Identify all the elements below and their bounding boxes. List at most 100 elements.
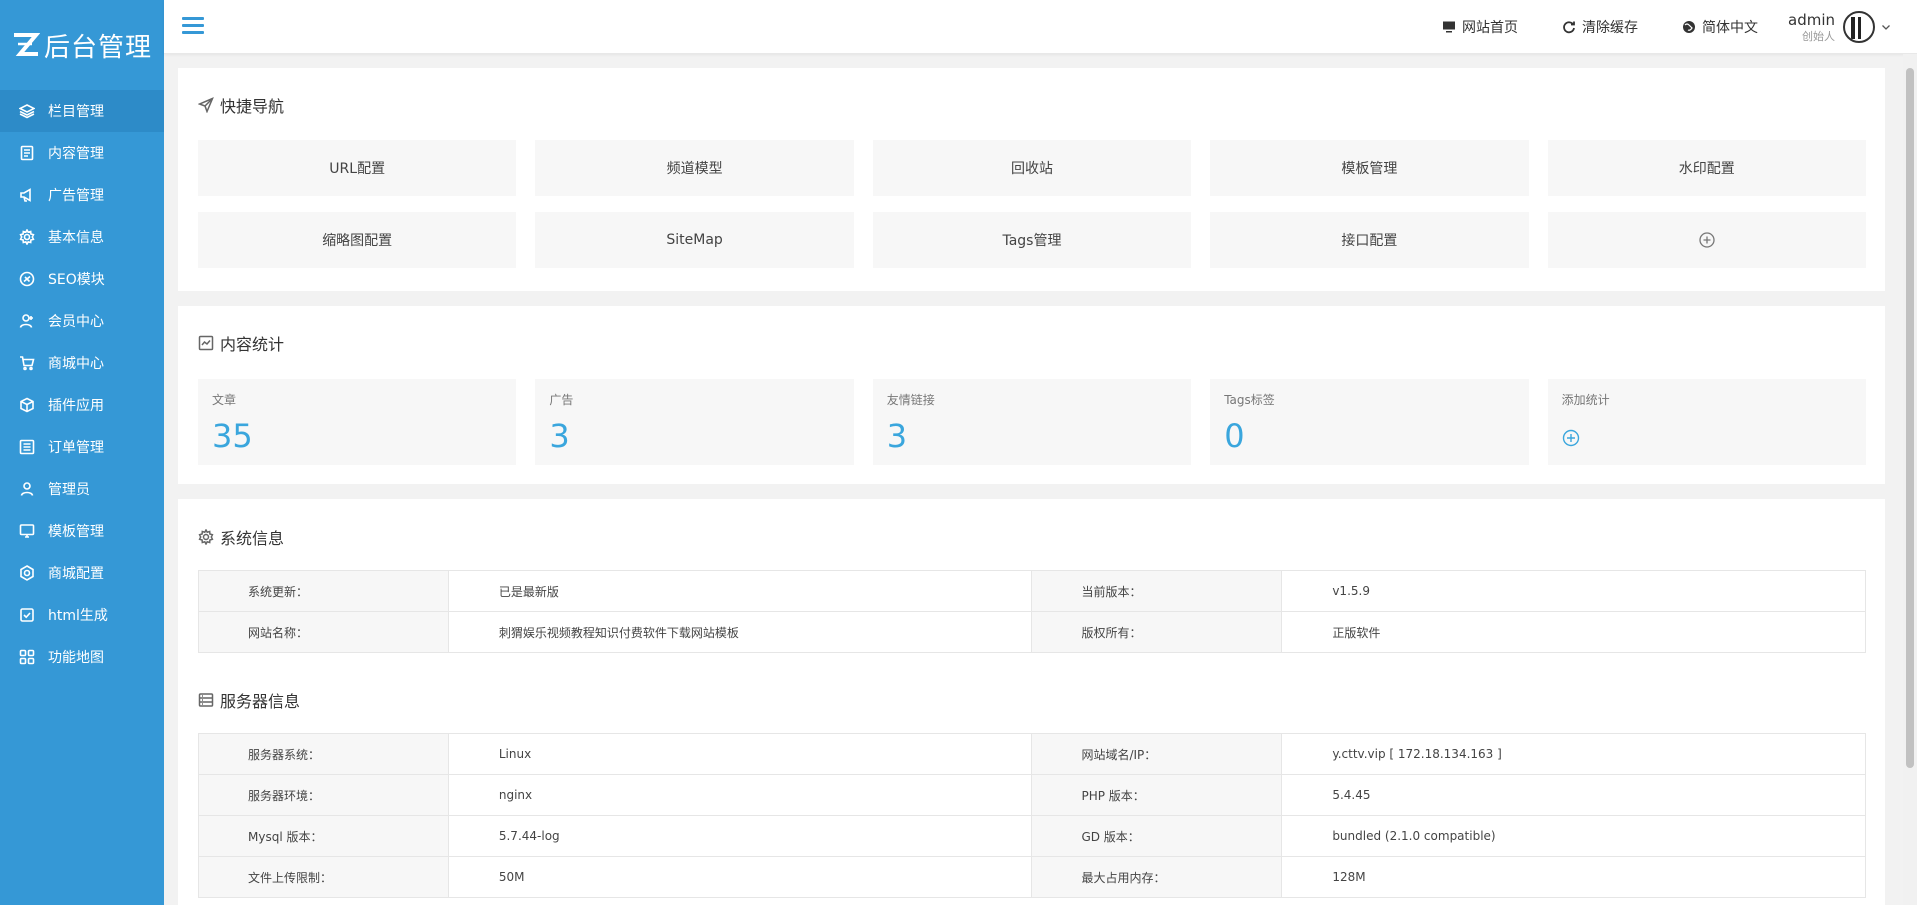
sidebar-item-template-management[interactable]: 模板管理 [0,510,164,552]
table-value: 5.7.44-log [447,815,1033,857]
table-row: 服务器系统： Linux 网站域名/IP： y.cttv.vip [ 172.1… [198,733,1866,775]
table-row: Mysql 版本： 5.7.44-log GD 版本： bundled (2.1… [198,815,1866,857]
quick-nav-row-2: 缩略图配置 SiteMap Tags管理 接口配置 [198,212,1866,268]
table-row: 服务器环境： nginx PHP 版本： 5.4.45 [198,774,1866,816]
avatar[interactable] [1843,11,1875,43]
table-value: v1.5.9 [1281,570,1866,612]
sidebar-item-label: 管理员 [48,482,90,498]
sidebar-item-function-map[interactable]: 功能地图 [0,636,164,678]
stat-label: 友情链接 [886,393,935,407]
gear-icon [18,228,36,246]
quick-nav-panel: 快捷导航 URL配置 频道模型 回收站 模板管理 水印配置 缩略图配置 Site… [178,68,1885,291]
nav-add-shortcut-button[interactable] [1547,212,1866,268]
quick-nav-row-1: URL配置 频道模型 回收站 模板管理 水印配置 [198,140,1866,196]
list-icon [18,438,36,456]
header-actions: 网站首页 清除缓存 简体中文 admin 创始人 [1442,0,1917,54]
nav-api-config-button[interactable]: 接口配置 [1210,212,1529,268]
sidebar-item-plugins[interactable]: 插件应用 [0,384,164,426]
add-stat-icon[interactable] [1562,429,1580,447]
table-key: 网站名称： [198,611,449,653]
sidebar-item-ad-management[interactable]: 广告管理 [0,174,164,216]
table-key: 服务器系统： [198,733,449,775]
sidebar-item-label: 模板管理 [48,524,104,540]
megaphone-icon [18,186,36,204]
stat-label: Tags标签 [1224,393,1275,407]
server-info-table: 服务器系统： Linux 网站域名/IP： y.cttv.vip [ 172.1… [198,733,1866,898]
table-key: 当前版本： [1031,570,1283,612]
sidebar-item-label: SEO模块 [48,272,105,288]
sidebar-item-column-management[interactable]: 栏目管理 [0,90,164,132]
user-menu[interactable]: admin 创始人 [1788,11,1891,43]
paper-plane-icon [198,97,214,113]
person-icon [18,480,36,498]
stat-card-add[interactable]: 添加统计 [1547,379,1866,465]
stat-card-friend-links[interactable]: 友情链接 3 [872,379,1192,465]
sidebar-item-content-management[interactable]: 内容管理 [0,132,164,174]
sidebar-item-member-center[interactable]: 会员中心 [0,300,164,342]
chevron-down-icon [1882,25,1890,30]
nav-recycle-bin-button[interactable]: 回收站 [872,140,1192,196]
sidebar-item-basic-info[interactable]: 基本信息 [0,216,164,258]
sidebar-item-label: 商城配置 [48,566,104,582]
clear-cache-label: 清除缓存 [1582,20,1638,36]
sidebar-item-administrators[interactable]: 管理员 [0,468,164,510]
system-info-panel: 系统信息 系统更新： 已是最新版 当前版本： v1.5.9 网站名称： 刺猬娱乐… [178,499,1885,905]
stat-value: 0 [1224,417,1245,455]
site-home-link[interactable]: 网站首页 [1442,17,1518,37]
sidebar-item-label: 内容管理 [48,146,104,162]
sidebar-menu: 栏目管理 内容管理 广告管理 基本信息 SEO模块 会员中心 商城中心 插件应用… [0,90,164,678]
sidebar-item-label: 会员中心 [48,314,104,330]
sidebar-item-label: 插件应用 [48,398,104,414]
table-key: 最大占用内存： [1031,856,1283,898]
sidebar-item-html-generate[interactable]: html生成 [0,594,164,636]
clear-cache-link[interactable]: 清除缓存 [1562,17,1638,37]
table-key: PHP 版本： [1031,774,1283,816]
sidebar: 后台管理 栏目管理 内容管理 广告管理 基本信息 SEO模块 会员中心 商城中心… [0,0,164,905]
logo[interactable]: 后台管理 [0,0,164,90]
stat-card-ads[interactable]: 广告 3 [535,379,854,465]
sidebar-item-order-management[interactable]: 订单管理 [0,426,164,468]
content-stats-panel: 内容统计 文章 35 广告 3 友情链接 3 Tags标签 0 添加统计 [178,306,1885,484]
table-value: bundled (2.1.0 compatible) [1281,815,1866,857]
stat-label: 广告 [549,393,574,407]
stat-value: 3 [886,417,908,455]
page-scrollbar[interactable] [1903,54,1917,905]
layers-icon [18,102,36,120]
stat-value: 3 [549,417,570,455]
nav-url-config-button[interactable]: URL配置 [198,140,517,196]
menu-toggle-icon[interactable] [182,17,204,37]
stats-row: 文章 35 广告 3 友情链接 3 Tags标签 0 添加统计 [198,379,1866,465]
sidebar-item-mall-center[interactable]: 商城中心 [0,342,164,384]
table-key: 系统更新： [198,570,449,612]
language-label: 简体中文 [1702,20,1758,36]
nav-template-management-button[interactable]: 模板管理 [1210,140,1529,196]
site-home-label: 网站首页 [1462,20,1518,36]
table-row: 网站名称： 刺猬娱乐视频教程知识付费软件下载网站模板 版权所有： 正版软件 [198,611,1866,653]
sidebar-item-mall-config[interactable]: 商城配置 [0,552,164,594]
server-list-icon [198,693,214,707]
stat-label: 添加统计 [1561,393,1610,407]
table-value: nginx [447,774,1033,816]
nav-watermark-config-button[interactable]: 水印配置 [1547,140,1866,196]
table-value: 正版软件 [1281,611,1866,653]
table-value: Linux [447,733,1033,775]
sidebar-item-label: 广告管理 [48,188,104,204]
plus-circle-icon [1699,232,1715,248]
stat-card-articles[interactable]: 文章 35 [198,379,517,465]
sidebar-item-label: 功能地图 [48,650,104,666]
sidebar-item-seo[interactable]: SEO模块 [0,258,164,300]
stat-card-tags[interactable]: Tags标签 0 [1210,379,1529,465]
scrollbar-thumb[interactable] [1906,68,1914,768]
nav-tags-management-button[interactable]: Tags管理 [872,212,1192,268]
nav-channel-model-button[interactable]: 频道模型 [535,140,854,196]
language-switch[interactable]: 简体中文 [1682,17,1758,37]
table-key: GD 版本： [1031,815,1283,857]
table-key: 网站域名/IP： [1031,733,1283,775]
system-info-title: 系统信息 [198,525,284,549]
stat-value: 35 [212,417,253,455]
table-value: 已是最新版 [447,570,1033,612]
nav-sitemap-button[interactable]: SiteMap [535,212,854,268]
logo-mark-icon [12,32,41,58]
grid-icon [18,648,36,666]
nav-thumbnail-config-button[interactable]: 缩略图配置 [198,212,517,268]
